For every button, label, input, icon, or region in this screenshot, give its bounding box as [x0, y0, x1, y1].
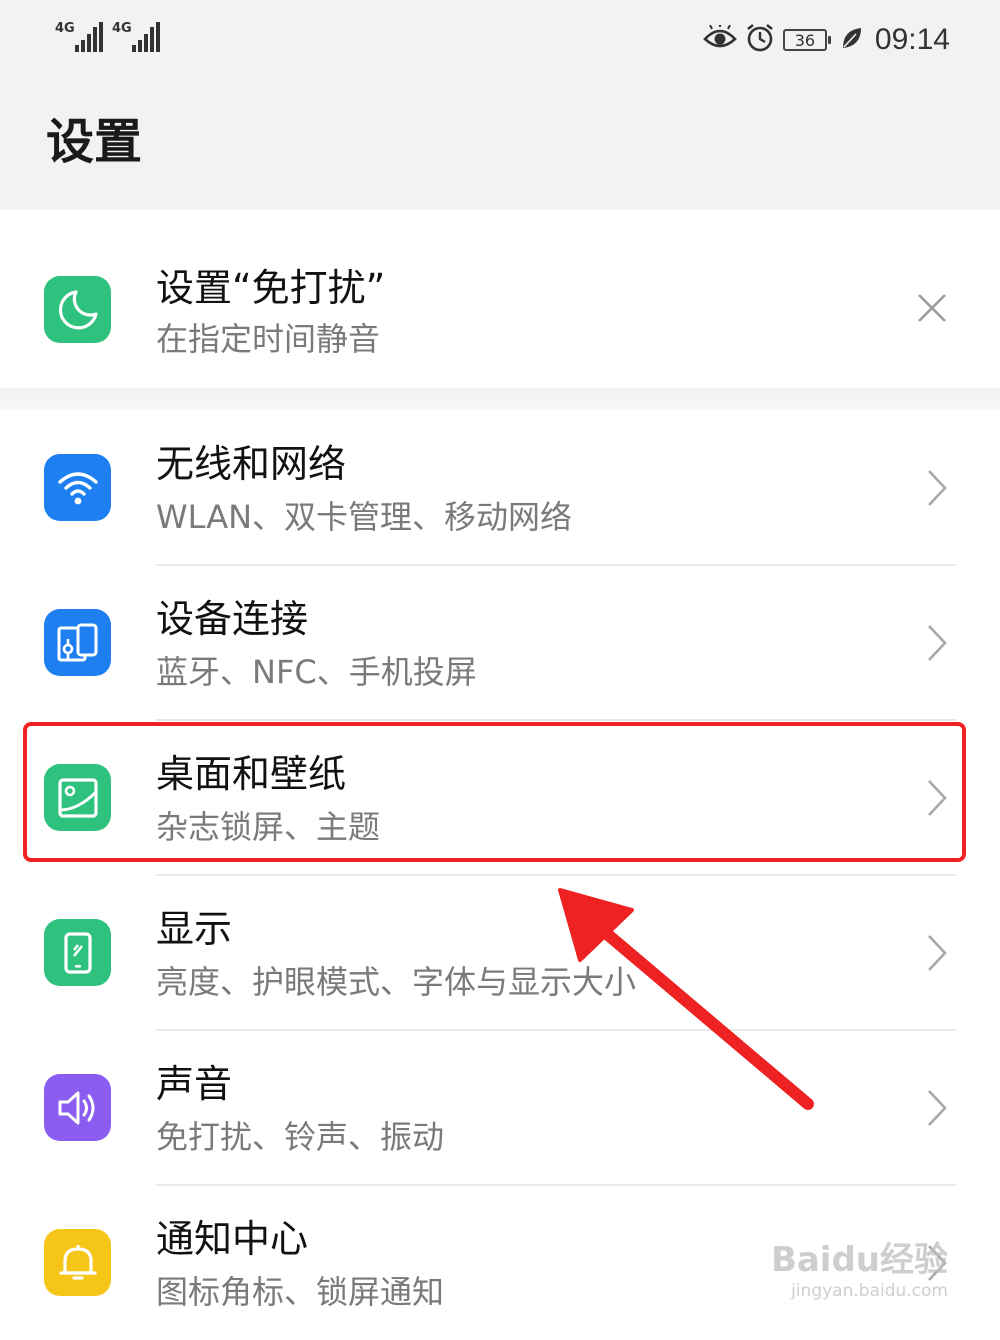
suggestion-card[interactable]: 设置“免打扰” 在指定时间静音: [0, 210, 1000, 388]
section-gap: [0, 388, 1000, 410]
signal-2-icon: 4G: [112, 22, 160, 54]
chevron-right-icon: [926, 623, 948, 663]
chevron-right-icon: [926, 468, 948, 508]
settings-item-title: 通知中心: [156, 1217, 309, 1261]
settings-item-subtitle: 蓝牙、NFC、手机投屏: [156, 653, 477, 691]
settings-item-subtitle: 免打扰、铃声、振动: [156, 1118, 445, 1156]
chevron-right-icon: [926, 933, 948, 973]
suggestion-subtitle: 在指定时间静音: [156, 320, 381, 358]
settings-item-subtitle: 图标角标、锁屏通知: [156, 1273, 445, 1311]
display-icon: [44, 919, 111, 986]
signal-2-label: 4G: [112, 21, 132, 36]
device-connect-icon: [44, 609, 111, 676]
settings-item-sound[interactable]: 声音 免打扰、铃声、振动: [0, 1030, 1000, 1185]
battery-icon: 36: [782, 29, 831, 51]
signal-1-label: 4G: [55, 21, 75, 36]
status-right: 36 09:14: [703, 20, 950, 60]
highlight-box: [23, 722, 966, 862]
settings-item-device-connect[interactable]: 设备连接 蓝牙、NFC、手机投屏: [0, 565, 1000, 720]
settings-item-title: 显示: [156, 907, 233, 951]
watermark-brand: Baidu经验: [770, 1240, 948, 1280]
settings-item-title: 无线和网络: [156, 442, 347, 486]
status-bar: 4G 4G 36 09:14: [0, 0, 1000, 80]
settings-item-subtitle: WLAN、双卡管理、移动网络: [156, 498, 573, 536]
header-area: 4G 4G 36 09:14 设置: [0, 0, 1000, 210]
alarm-icon: [745, 23, 775, 57]
page-title: 设置: [46, 114, 143, 170]
leaf-icon: [841, 26, 863, 54]
settings-item-display[interactable]: 显示 亮度、护眼模式、字体与显示大小: [0, 875, 1000, 1030]
moon-icon: [44, 276, 111, 343]
settings-item-title: 声音: [156, 1062, 233, 1106]
speaker-icon: [44, 1074, 111, 1141]
signal-1-icon: 4G: [55, 22, 103, 54]
bell-icon: [44, 1229, 111, 1296]
eye-comfort-icon: [703, 24, 737, 55]
wifi-icon: [44, 454, 111, 521]
suggestion-title: 设置“免打扰”: [156, 266, 386, 310]
clock: 09:14: [874, 23, 950, 56]
watermark-url: jingyan.baidu.com: [791, 1281, 948, 1301]
watermark: Baidu经验 jingyan.baidu.com: [771, 1240, 948, 1302]
settings-item-network[interactable]: 无线和网络 WLAN、双卡管理、移动网络: [0, 410, 1000, 565]
chevron-right-icon: [926, 1088, 948, 1128]
battery-level: 36: [794, 30, 816, 50]
close-icon[interactable]: [916, 292, 948, 324]
settings-list: 无线和网络 WLAN、双卡管理、移动网络 设备连接 蓝牙、NFC、手机投屏 桌面…: [0, 410, 1000, 1333]
annotation-arrow: [558, 888, 814, 1110]
settings-item-title: 设备连接: [156, 597, 309, 641]
